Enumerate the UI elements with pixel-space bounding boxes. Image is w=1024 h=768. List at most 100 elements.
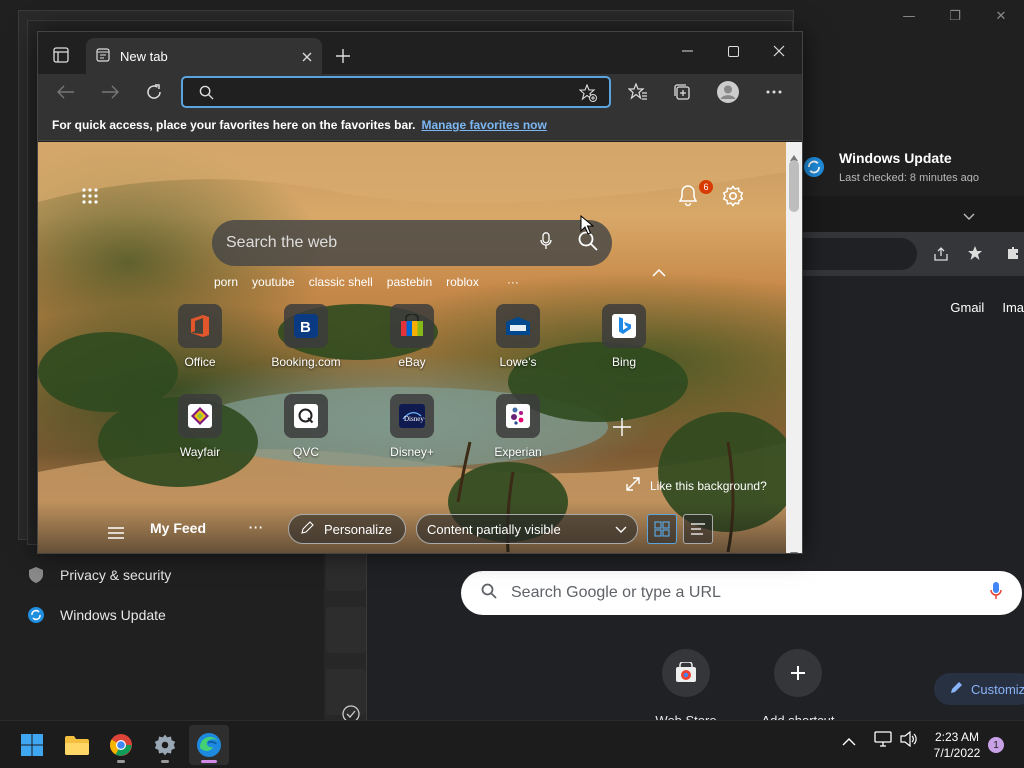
tab-actions-icon[interactable] xyxy=(50,44,72,66)
notifications-bell-icon[interactable] xyxy=(678,184,700,207)
quick-link-experian[interactable]: Experian xyxy=(480,394,556,459)
taskbar-settings[interactable] xyxy=(145,725,185,765)
add-quick-link-button[interactable] xyxy=(612,417,636,441)
taskbar-file-explorer[interactable] xyxy=(57,725,97,765)
trending-search-item[interactable]: classic shell xyxy=(309,275,373,289)
more-options-icon[interactable] xyxy=(758,78,790,106)
back-button[interactable] xyxy=(50,78,82,106)
office-icon xyxy=(178,304,222,348)
close-tab-icon[interactable] xyxy=(302,47,312,66)
google-search-placeholder: Search Google or type a URL xyxy=(511,584,721,601)
chrome-shortcut-web-store[interactable]: Web Store xyxy=(630,649,742,721)
chrome-shortcut-add[interactable]: Add shortcut xyxy=(742,649,854,721)
hamburger-menu-icon[interactable] xyxy=(108,524,124,539)
settings-card[interactable] xyxy=(326,607,366,653)
quick-link-office[interactable]: Office xyxy=(162,304,238,369)
extensions-icon[interactable] xyxy=(1005,245,1021,265)
quick-link-label: Office xyxy=(184,355,216,369)
tab-new-tab[interactable]: New tab xyxy=(86,38,322,74)
web-search-box[interactable]: Search the web xyxy=(212,220,612,266)
show-hidden-icons-chevron-icon[interactable] xyxy=(842,732,856,751)
scroll-down-arrow-icon[interactable] xyxy=(790,543,798,553)
settings-nav-label: Windows Update xyxy=(60,607,166,623)
taskbar-edge[interactable] xyxy=(189,725,229,765)
profile-avatar[interactable] xyxy=(712,78,744,106)
settings-nav-item-privacy[interactable]: Privacy & security xyxy=(0,555,320,595)
grid-view-button[interactable] xyxy=(647,514,677,544)
google-search-box[interactable]: Search Google or type a URL xyxy=(461,571,1022,615)
windows-update-panel[interactable]: Windows Update Last checked: 8 minutes a… xyxy=(800,150,1024,190)
quick-link-lowes[interactable]: Lowe's xyxy=(480,304,556,369)
address-bar[interactable] xyxy=(181,76,611,108)
list-view-button[interactable] xyxy=(683,514,713,544)
quick-link-qvc[interactable]: QVC xyxy=(268,394,344,459)
trending-search-item[interactable]: youtube xyxy=(252,275,295,289)
experian-icon xyxy=(496,394,540,438)
svg-text:B: B xyxy=(300,319,311,336)
minimize-button[interactable] xyxy=(664,32,710,70)
address-input[interactable] xyxy=(219,81,569,103)
volume-icon[interactable] xyxy=(900,730,918,751)
customize-chrome-button[interactable]: Customiz xyxy=(934,673,1024,705)
manage-favorites-link[interactable]: Manage favorites now xyxy=(421,118,546,132)
quick-link-label: Lowe's xyxy=(499,355,537,369)
forward-button[interactable] xyxy=(94,78,126,106)
content-visibility-value: Content partially visible xyxy=(427,521,561,537)
like-background-link[interactable]: Like this background? xyxy=(626,477,767,494)
maximize-button[interactable] xyxy=(710,32,756,70)
web-store-icon xyxy=(662,649,710,697)
voice-search-microphone-icon[interactable] xyxy=(540,232,552,254)
taskbar-chrome[interactable] xyxy=(101,725,141,765)
refresh-button[interactable] xyxy=(138,78,170,106)
bookmark-star-icon[interactable] xyxy=(967,245,983,265)
settings-nav-item-windows-update[interactable]: Windows Update xyxy=(0,595,320,635)
lowes-icon xyxy=(496,304,540,348)
feed-more-icon[interactable]: ··· xyxy=(248,518,263,537)
microphone-icon[interactable] xyxy=(990,582,1002,604)
share-icon[interactable] xyxy=(933,246,949,266)
settings-nav: Privacy & security Windows Update xyxy=(0,555,320,635)
page-settings-gear-icon[interactable] xyxy=(722,185,744,207)
collections-icon[interactable] xyxy=(666,78,698,106)
windows-update-icon xyxy=(804,157,824,181)
favorites-icon[interactable] xyxy=(622,78,654,106)
app-launcher-icon[interactable] xyxy=(82,188,98,204)
gmail-link[interactable]: Gmail xyxy=(950,300,984,315)
taskbar-clock[interactable]: 2:23 AM 7/1/2022 xyxy=(924,729,990,761)
scrollbar-thumb[interactable] xyxy=(789,160,799,212)
system-tray xyxy=(842,730,918,751)
start-button[interactable] xyxy=(12,725,52,765)
quick-link-disney-plus[interactable]: Disney+ Disney+ xyxy=(374,394,450,459)
settings-card[interactable] xyxy=(326,669,366,723)
new-tab-button[interactable] xyxy=(330,43,356,69)
images-link[interactable]: Ima xyxy=(1002,300,1024,315)
network-icon[interactable] xyxy=(874,731,892,751)
trending-search-item[interactable]: roblox xyxy=(446,275,479,289)
shield-icon xyxy=(28,567,44,583)
settings-nav-label: Privacy & security xyxy=(60,567,172,583)
add-favorite-icon[interactable] xyxy=(578,83,597,106)
trending-search-item[interactable]: porn xyxy=(214,275,238,289)
chevron-up-icon[interactable] xyxy=(652,263,666,277)
content-visibility-select[interactable]: Content partially visible xyxy=(416,514,638,544)
trending-more-button[interactable]: ··· xyxy=(507,275,519,289)
taskbar: 2:23 AM 7/1/2022 1 xyxy=(0,720,1024,768)
close-button[interactable] xyxy=(756,32,802,70)
search-icon xyxy=(199,85,214,104)
quick-link-bing[interactable]: Bing xyxy=(586,304,662,369)
close-icon[interactable]: ✕ xyxy=(978,0,1024,32)
personalize-label: Personalize xyxy=(324,521,392,537)
maximize-icon[interactable]: ❐ xyxy=(932,0,978,32)
chevron-down-icon[interactable] xyxy=(963,206,975,225)
minimize-icon[interactable]: — xyxy=(886,0,932,32)
quick-link-booking[interactable]: B Booking.com xyxy=(268,304,344,369)
booking-icon: B xyxy=(284,304,328,348)
quick-link-wayfair[interactable]: Wayfair xyxy=(162,394,238,459)
trending-search-item[interactable]: pastebin xyxy=(387,275,432,289)
vertical-scrollbar[interactable] xyxy=(786,142,802,553)
my-feed-tab[interactable]: My Feed xyxy=(150,520,206,536)
personalize-button[interactable]: Personalize xyxy=(288,514,406,544)
quick-link-ebay[interactable]: eBay xyxy=(374,304,450,369)
windows-update-title: Windows Update xyxy=(839,150,952,166)
notification-center-badge[interactable]: 1 xyxy=(988,737,1004,753)
